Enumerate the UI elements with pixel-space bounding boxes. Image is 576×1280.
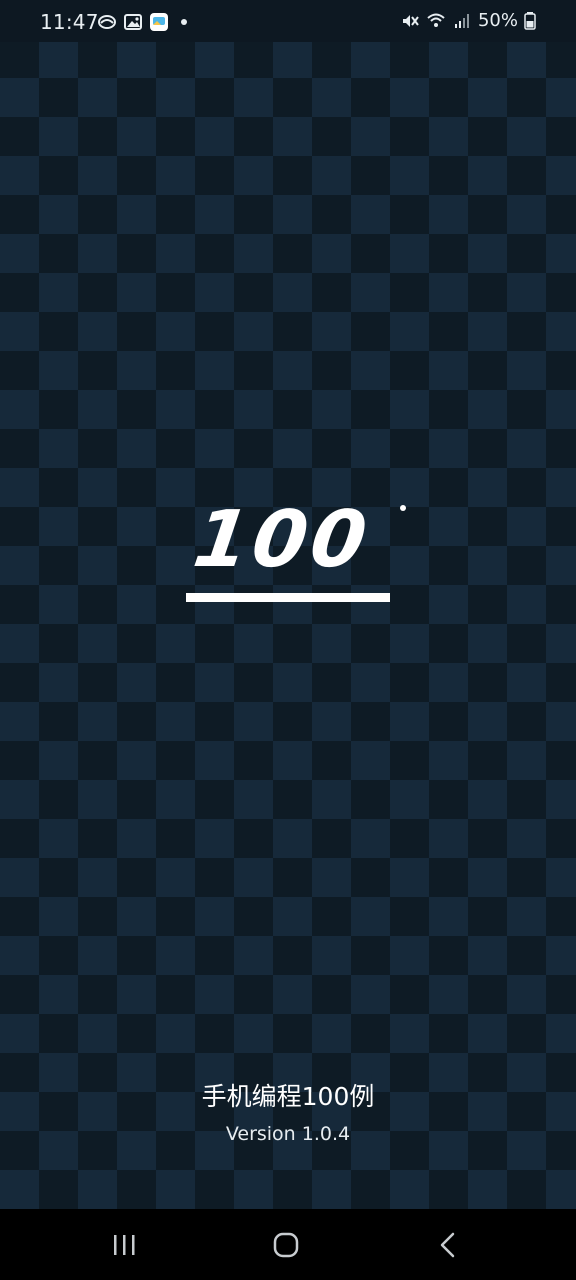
home-button[interactable] [268, 1227, 304, 1263]
image-icon [123, 12, 143, 32]
notification-dot-icon [181, 19, 187, 25]
logo-underline [186, 593, 390, 602]
photo-app-icon [149, 12, 169, 32]
back-button[interactable] [430, 1227, 466, 1263]
navigation-bar [0, 1209, 576, 1280]
splash-screen: 11:47 50% 100 手机编程100例 Version 1.0.4 [0, 0, 576, 1280]
app-version: Version 1.0.4 [225, 1123, 351, 1145]
status-bar: 11:47 50% [0, 0, 576, 42]
recents-icon [114, 1235, 135, 1255]
app-title: 手机编程100例 [201, 1082, 375, 1111]
logo-text: 100 [188, 498, 376, 585]
back-icon [440, 1232, 455, 1258]
battery-percent: 50% [477, 10, 518, 31]
recents-button[interactable] [106, 1227, 142, 1263]
cloud-icon [97, 12, 117, 32]
app-logo: 100 [160, 498, 416, 608]
battery-icon [524, 11, 536, 31]
status-time: 11:47 [40, 10, 99, 34]
signal-icon [452, 11, 472, 31]
wifi-icon [426, 11, 446, 31]
mute-icon [400, 11, 420, 31]
home-icon [273, 1232, 299, 1258]
checkerboard-background [0, 39, 576, 1209]
